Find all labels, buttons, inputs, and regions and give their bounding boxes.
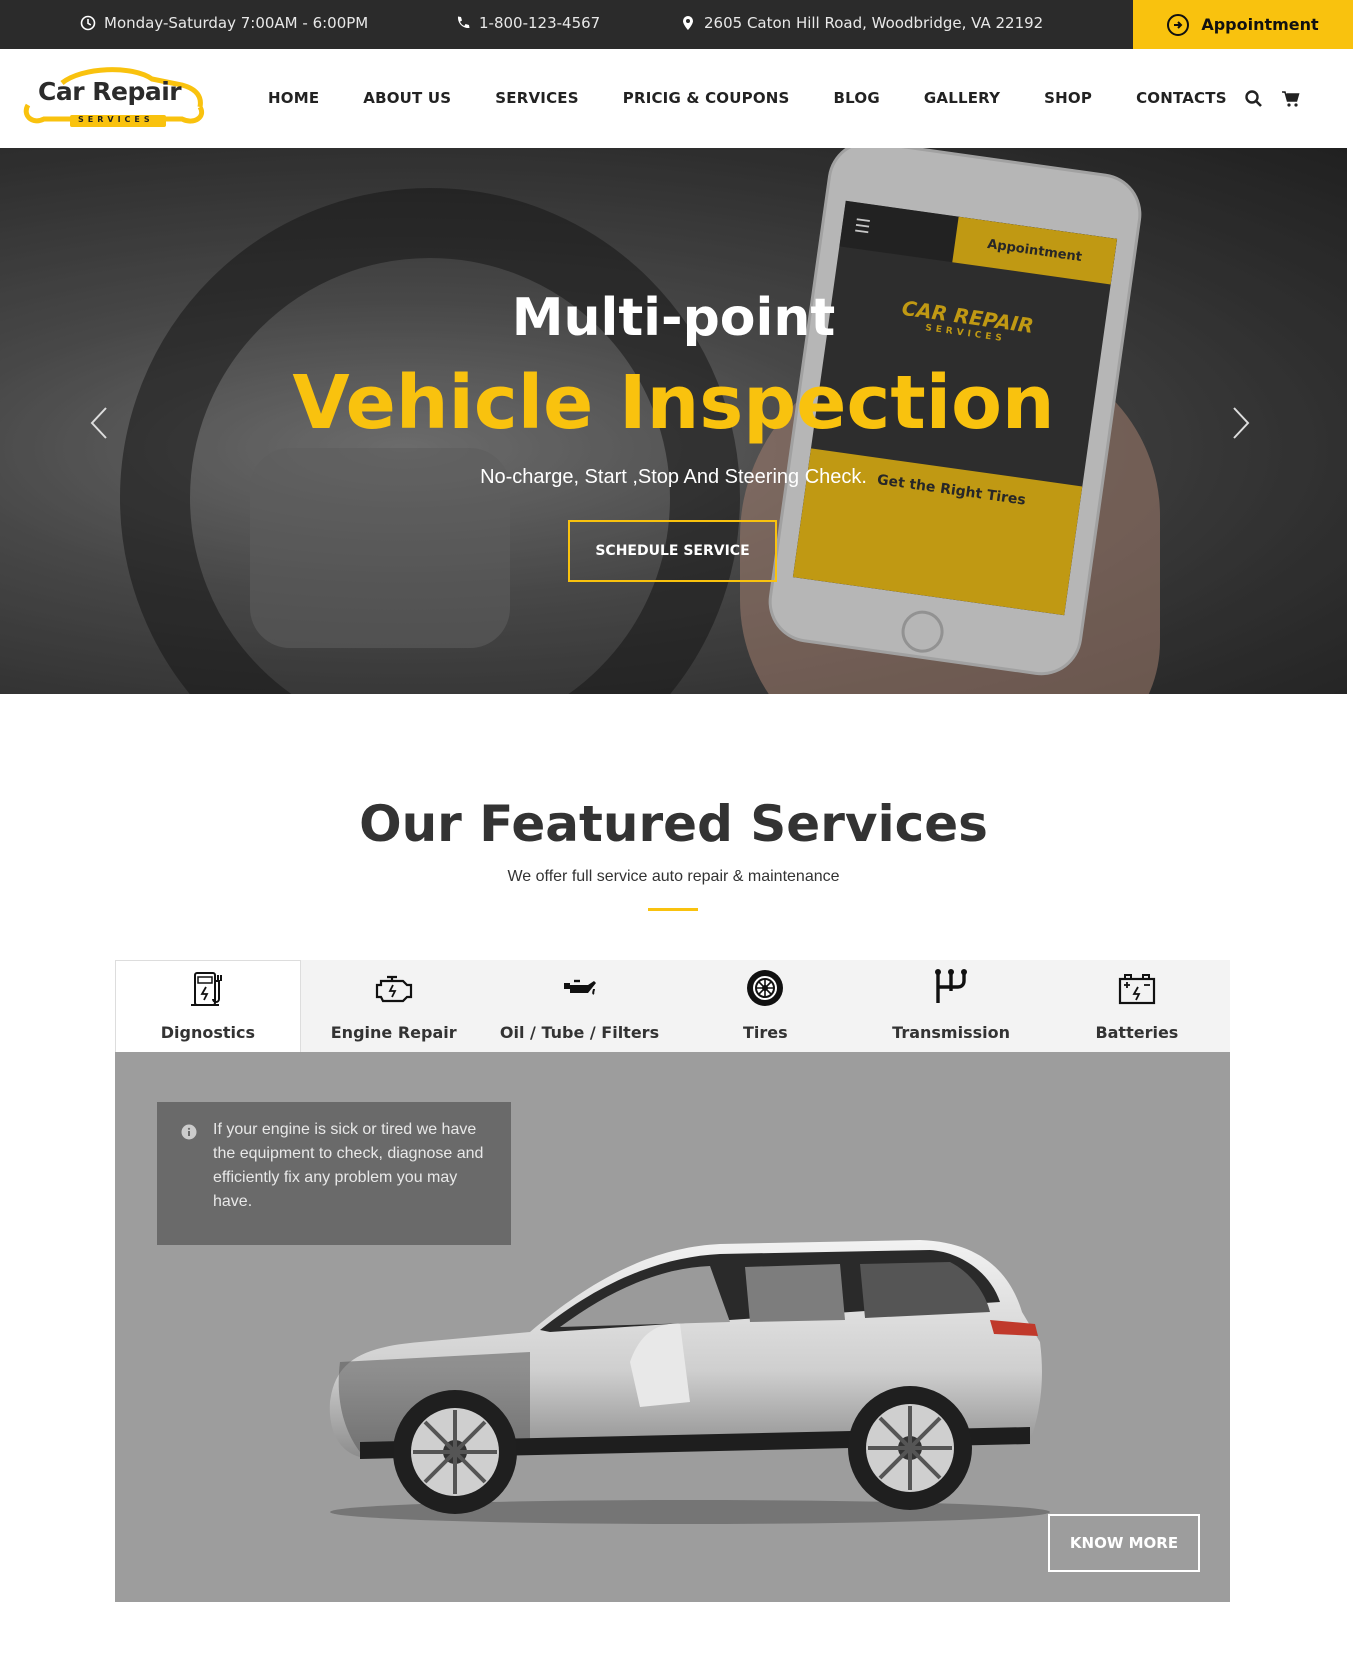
- tab-engine-repair[interactable]: Engine Repair: [301, 960, 487, 1052]
- tab-diagnostics[interactable]: Dignostics: [115, 960, 301, 1052]
- phone-text: 1-800-123-4567: [479, 14, 601, 32]
- hero-title-line2: Vehicle Inspection: [292, 360, 1055, 446]
- tire-icon: [747, 970, 784, 1006]
- hero-slider: ☰ Appointment CAR REPAIR SERVICES Get th…: [0, 148, 1347, 694]
- know-more-button[interactable]: KNOW MORE: [1048, 1514, 1200, 1572]
- tab-transmission[interactable]: Transmission: [858, 960, 1044, 1052]
- info-icon: [181, 1124, 197, 1140]
- engine-icon: [375, 975, 412, 1003]
- map-pin-icon: [683, 16, 693, 30]
- nav-gallery[interactable]: GALLERY: [924, 89, 1000, 107]
- hours-text: Monday-Saturday 7:00AM - 6:00PM: [104, 14, 369, 32]
- logo-title: Car Repair: [38, 77, 182, 106]
- clock-icon: [80, 15, 96, 31]
- nav-menu: HOME ABOUT US SERVICES PRICIG & COUPONS …: [268, 89, 1271, 107]
- nav-pricing-coupons[interactable]: PRICIG & COUPONS: [623, 89, 790, 107]
- tab-label: Batteries: [1095, 1023, 1179, 1042]
- nav-services[interactable]: SERVICES: [495, 89, 578, 107]
- address-info: 2605 Caton Hill Road, Woodbridge, VA 221…: [680, 14, 1043, 32]
- hours-info: Monday-Saturday 7:00AM - 6:00PM: [80, 14, 368, 32]
- nav-shop[interactable]: SHOP: [1044, 89, 1092, 107]
- battery-icon: [1118, 974, 1155, 1005]
- hero-subtitle: No-charge, Start ,Stop And Steering Chec…: [480, 466, 867, 488]
- hero-title-line1: Multi-point: [511, 288, 836, 348]
- oil-can-icon: [564, 979, 597, 995]
- main-nav: Car Repair SERVICES HOME ABOUT US SERVIC…: [0, 49, 1353, 148]
- schedule-service-button[interactable]: SCHEDULE SERVICE: [568, 520, 777, 582]
- phone-icon: [457, 16, 470, 29]
- services-tabs: Dignostics Engine Repair Oil / Tube / Fi…: [115, 960, 1230, 1052]
- tab-label: Oil / Tube / Filters: [499, 1023, 660, 1042]
- nav-blog[interactable]: BLOG: [834, 89, 880, 107]
- featured-title: Our Featured Services: [359, 795, 988, 853]
- top-bar: Monday-Saturday 7:00AM - 6:00PM 1-800-12…: [0, 0, 1353, 49]
- featured-subtitle: We offer full service auto repair & main…: [507, 868, 840, 885]
- search-icon[interactable]: [1244, 89, 1264, 109]
- featured-divider: [648, 908, 698, 911]
- appointment-button[interactable]: Appointment: [1133, 0, 1353, 49]
- arrow-right-circle-icon: [1167, 13, 1190, 36]
- tab-label: Dignostics: [160, 1023, 256, 1042]
- service-panel: If your engine is sick or tired we have …: [115, 1052, 1230, 1602]
- nav-contacts[interactable]: CONTACTS: [1136, 89, 1227, 107]
- tab-batteries[interactable]: Batteries: [1044, 960, 1230, 1052]
- tab-tires[interactable]: Tires: [672, 960, 858, 1052]
- nav-about-us[interactable]: ABOUT US: [363, 89, 451, 107]
- tab-oil-tube-filters[interactable]: Oil / Tube / Filters: [487, 960, 673, 1052]
- appointment-label: Appointment: [1201, 15, 1319, 34]
- tab-label: Tires: [742, 1023, 788, 1042]
- address-text: 2605 Caton Hill Road, Woodbridge, VA 221…: [704, 14, 1044, 32]
- service-info-text: If your engine is sick or tired we have …: [213, 1121, 484, 1210]
- cart-icon[interactable]: [1281, 89, 1301, 109]
- diagnostics-icon: [190, 972, 222, 1006]
- tab-label: Transmission: [892, 1023, 1010, 1042]
- phone-info[interactable]: 1-800-123-4567: [455, 14, 600, 32]
- site-logo[interactable]: Car Repair SERVICES: [22, 63, 212, 129]
- car-cutaway-image: [329, 1240, 1050, 1524]
- transmission-icon: [935, 969, 968, 1003]
- tab-label: Engine Repair: [330, 1023, 457, 1042]
- logo-subtitle: SERVICES: [78, 115, 154, 124]
- nav-home[interactable]: HOME: [268, 89, 319, 107]
